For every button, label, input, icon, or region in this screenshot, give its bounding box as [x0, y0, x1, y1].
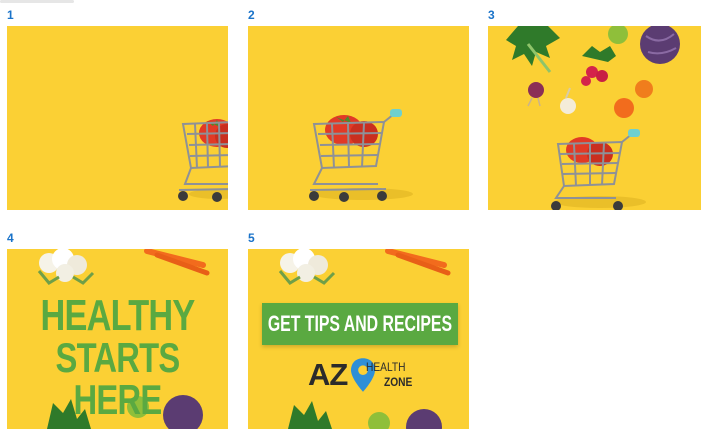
- frame-5-number: 5: [248, 231, 255, 245]
- headline-line-1: HEALTHY: [40, 291, 195, 340]
- frame-2-number: 2: [248, 8, 255, 22]
- shopping-cart-illustration: [178, 119, 228, 202]
- logo-zone-text: ZONE: [384, 375, 413, 389]
- headline-line-2: STARTS HERE: [55, 334, 181, 423]
- frame-3-number: 3: [488, 8, 495, 22]
- frame-3-thumbnail[interactable]: [488, 26, 701, 210]
- get-tips-text: GET TIPS AND RECIPES: [267, 311, 453, 336]
- frame-5-thumbnail[interactable]: GET TIPS AND RECIPES AZ HEALTH ZONE: [248, 249, 469, 429]
- falling-vegetables-and-cart-illustration: [506, 26, 680, 210]
- az-health-zone-logo: AZ HEALTH ZONE: [308, 357, 418, 393]
- logo-health-text: HEALTH: [366, 360, 406, 374]
- shopping-cart-illustration: [309, 109, 413, 202]
- get-tips-banner: GET TIPS AND RECIPES: [262, 303, 458, 345]
- frame-2-thumbnail[interactable]: [248, 26, 469, 210]
- frame-4-thumbnail[interactable]: HEALTHY STARTS HERE: [7, 249, 228, 429]
- top-edge-stub: [0, 0, 74, 3]
- frame-1-number: 1: [7, 8, 14, 22]
- frame-4-number: 4: [7, 231, 14, 245]
- frame-1-thumbnail[interactable]: [7, 26, 228, 210]
